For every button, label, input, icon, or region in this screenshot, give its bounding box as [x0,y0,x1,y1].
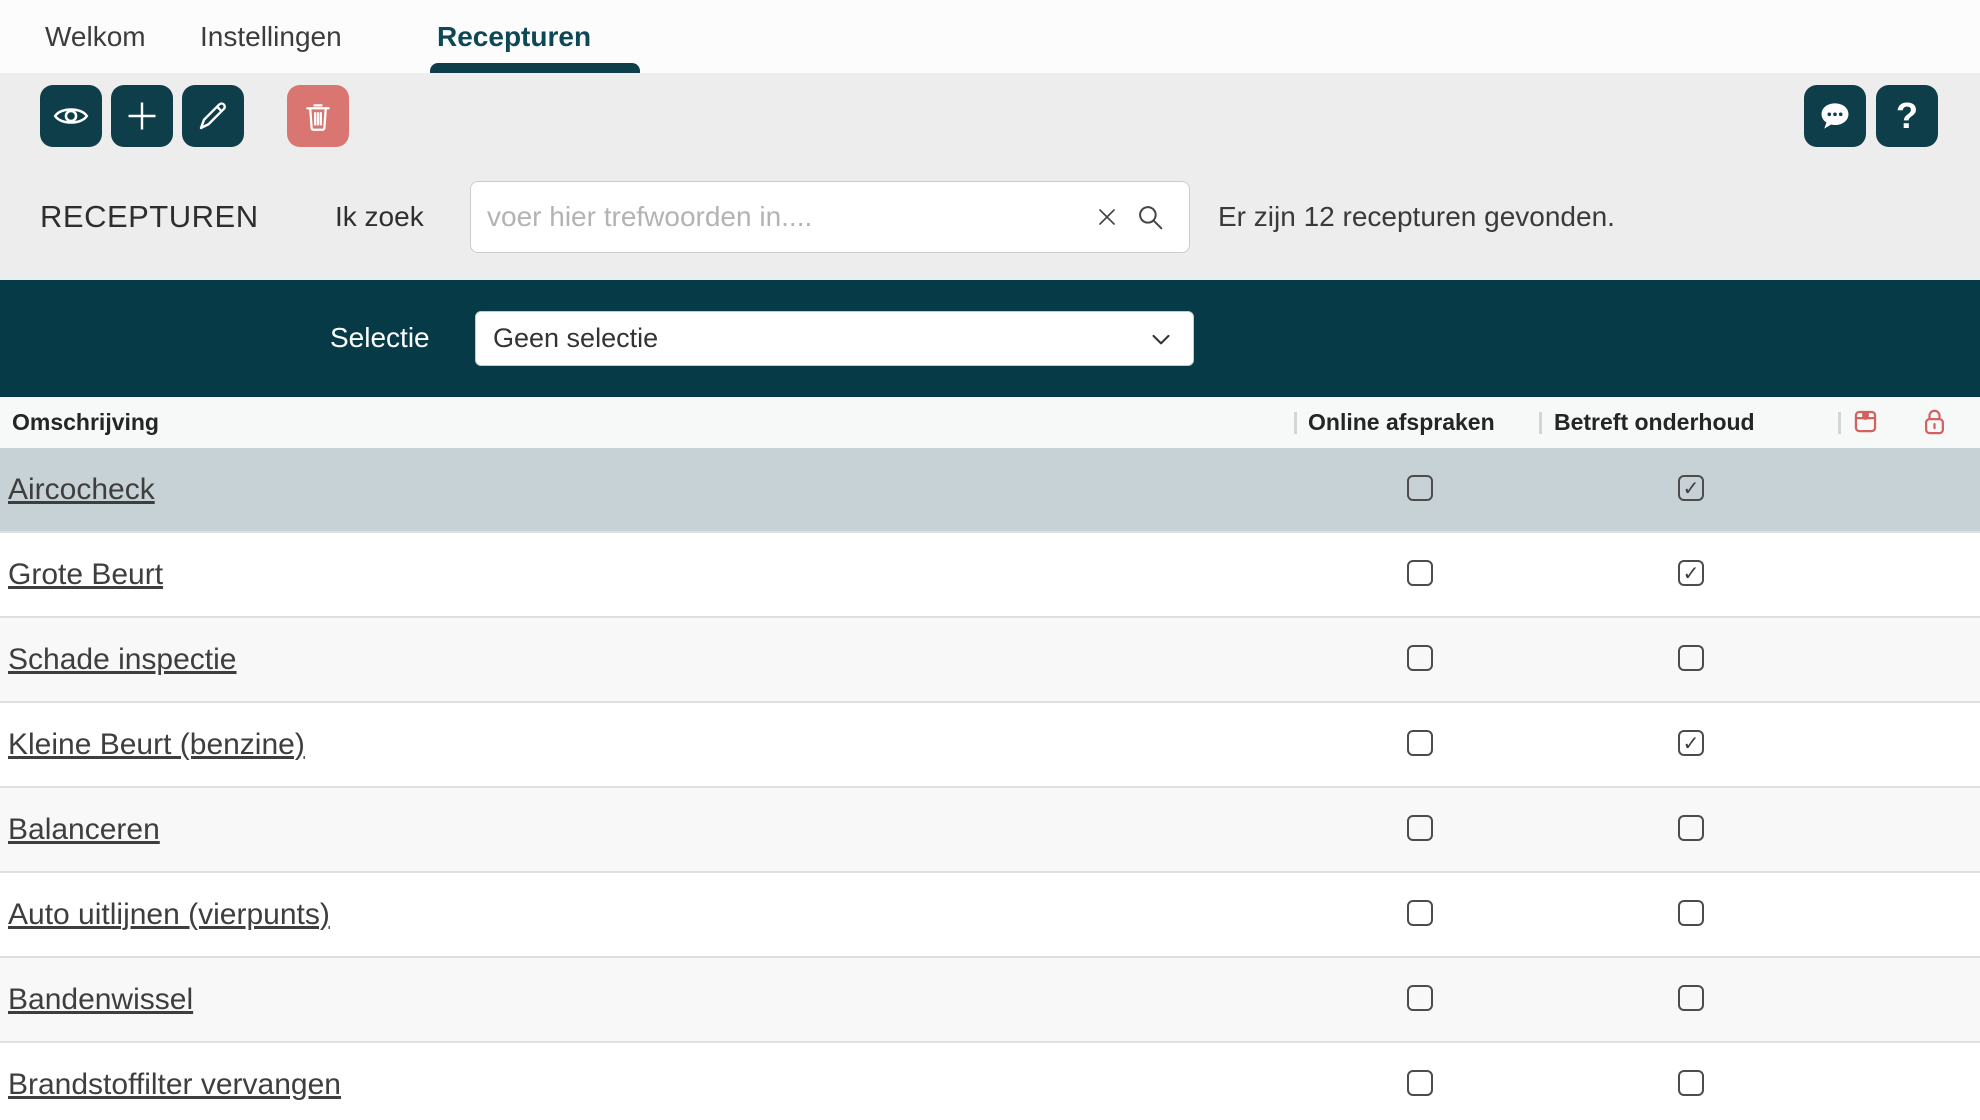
question-mark-icon: ? [1896,98,1918,134]
betreft-onderhoud-checkbox[interactable] [1678,475,1704,501]
table-row: Brandstoffilter vervangen [0,1043,1980,1120]
view-button[interactable] [40,85,102,147]
tab-bar: Welkom Instellingen Recepturen [0,0,1980,73]
package-icon[interactable] [1852,408,1879,435]
online-afspraken-checkbox[interactable] [1407,475,1433,501]
online-afspraken-checkbox[interactable] [1407,815,1433,841]
delete-button[interactable] [287,85,349,147]
recipe-link[interactable]: Schade inspectie [8,618,237,701]
recipe-link[interactable]: Brandstoffilter vervangen [8,1043,341,1120]
table-row: Bandenwissel [0,958,1980,1043]
betreft-onderhoud-checkbox[interactable] [1678,645,1704,671]
betreft-onderhoud-checkbox[interactable] [1678,815,1704,841]
online-afspraken-checkbox[interactable] [1407,985,1433,1011]
column-header-betreft-onderhoud[interactable]: Betreft onderhoud [1554,397,1755,448]
recipe-link[interactable]: Balanceren [8,788,160,871]
selection-label: Selectie [330,322,430,354]
column-header-omschrijving[interactable]: Omschrijving [12,397,159,448]
table-body: Aircocheck Grote Beurt Schade inspectie … [0,448,1980,1120]
eye-icon [52,97,90,135]
recipe-link[interactable]: Kleine Beurt (benzine) [8,703,305,786]
online-afspraken-checkbox[interactable] [1407,730,1433,756]
column-divider [1838,412,1841,434]
trash-icon [301,99,335,133]
table-header: Omschrijving Online afspraken Betreft on… [0,397,1980,448]
search-box [470,181,1190,253]
chevron-down-icon [1146,324,1176,354]
online-afspraken-checkbox[interactable] [1407,645,1433,671]
table-row: Auto uitlijnen (vierpunts) [0,873,1980,958]
column-divider [1539,412,1542,434]
add-button[interactable] [111,85,173,147]
help-button[interactable]: ? [1876,85,1938,147]
search-label: Ik zoek [335,201,424,233]
betreft-onderhoud-checkbox[interactable] [1678,900,1704,926]
online-afspraken-checkbox[interactable] [1407,900,1433,926]
betreft-onderhoud-checkbox[interactable] [1678,1070,1704,1096]
table-row: Grote Beurt [0,533,1980,618]
plus-icon [124,98,160,134]
selection-dropdown[interactable]: Geen selectie [475,311,1194,366]
recipe-link[interactable]: Auto uitlijnen (vierpunts) [8,873,330,956]
search-input[interactable] [471,182,1189,252]
betreft-onderhoud-checkbox[interactable] [1678,560,1704,586]
tab-instellingen[interactable]: Instellingen [200,0,342,73]
chat-bubble-icon [1816,97,1854,135]
selection-dropdown-value: Geen selectie [493,323,1146,354]
recipe-link[interactable]: Grote Beurt [8,533,163,616]
betreft-onderhoud-checkbox[interactable] [1678,730,1704,756]
recipe-link[interactable]: Aircocheck [8,448,155,531]
column-header-online-afspraken[interactable]: Online afspraken [1308,397,1495,448]
table-row: Kleine Beurt (benzine) [0,703,1980,788]
column-divider [1294,412,1297,434]
online-afspraken-checkbox[interactable] [1407,1070,1433,1096]
lock-icon[interactable] [1921,408,1948,437]
tab-welkom[interactable]: Welkom [45,0,146,73]
pencil-icon [195,98,231,134]
online-afspraken-checkbox[interactable] [1407,560,1433,586]
page-title: RECEPTUREN [40,199,259,235]
edit-button[interactable] [182,85,244,147]
betreft-onderhoud-checkbox[interactable] [1678,985,1704,1011]
results-count-text: Er zijn 12 recepturen gevonden. [1218,201,1615,233]
clear-search-icon[interactable] [1093,203,1121,231]
chat-button[interactable] [1804,85,1866,147]
table-row: Balanceren [0,788,1980,873]
table-row: Aircocheck [0,448,1980,533]
table-row: Schade inspectie [0,618,1980,703]
recepturen-page: Welkom Instellingen Recepturen [0,0,1980,1120]
search-icon[interactable] [1133,200,1167,234]
recipe-link[interactable]: Bandenwissel [8,958,193,1041]
